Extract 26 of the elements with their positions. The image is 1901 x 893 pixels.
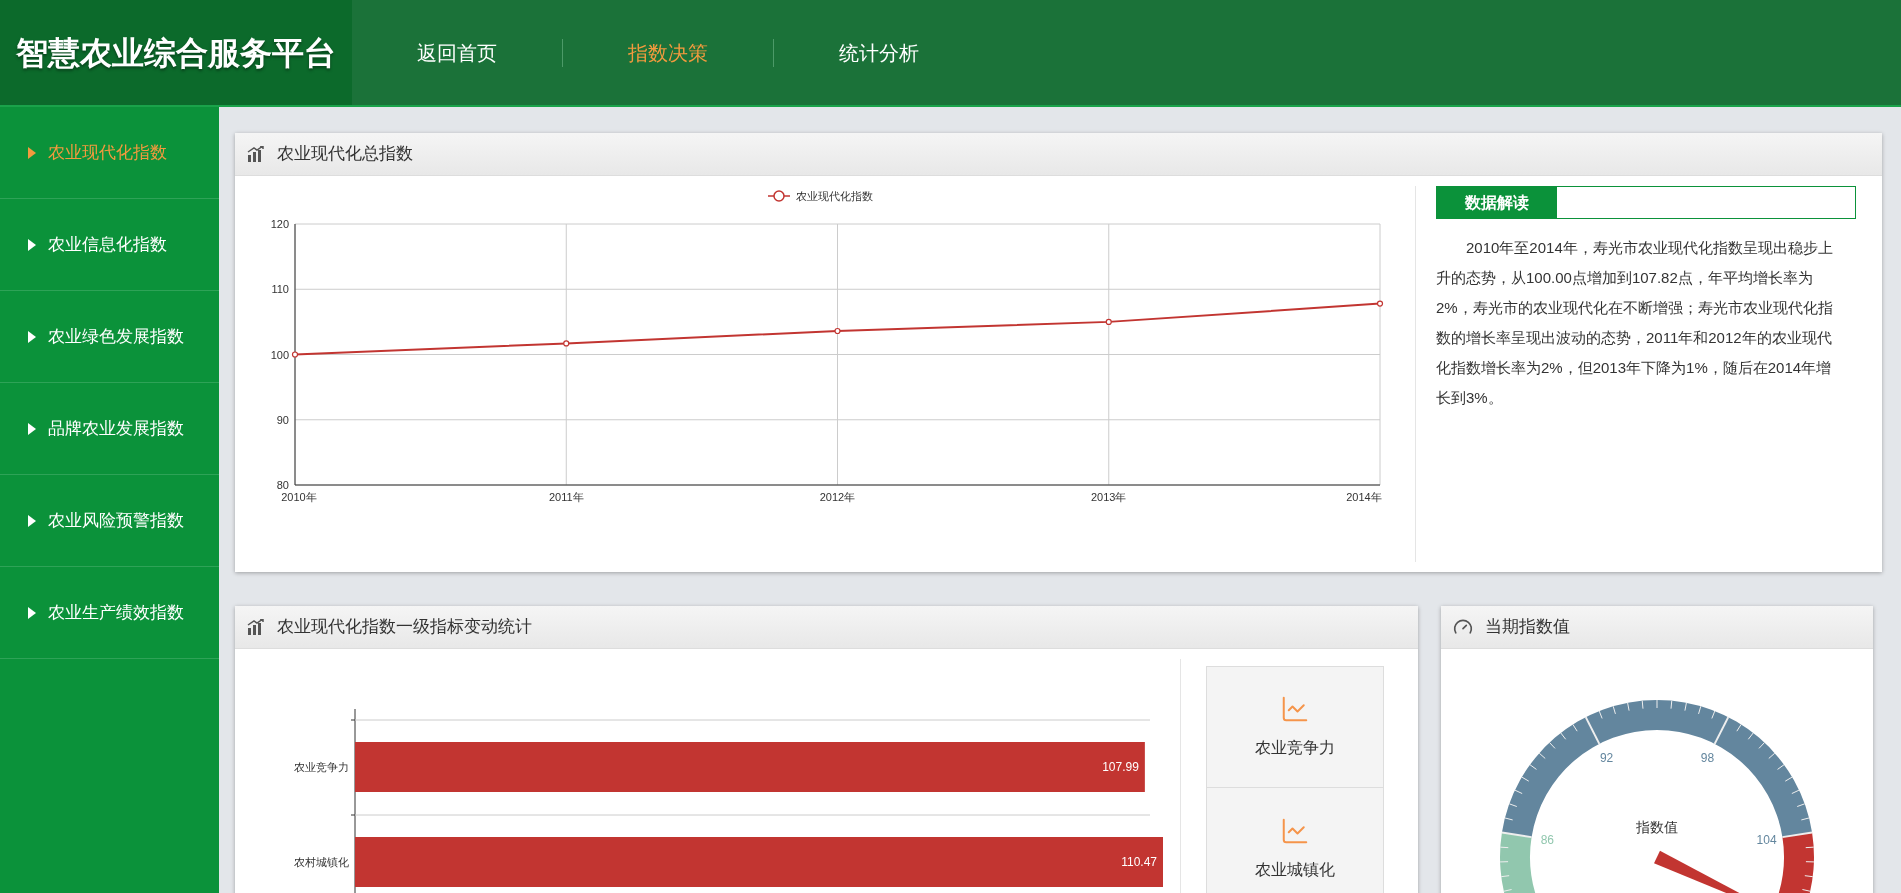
y-tick-label: 100 bbox=[270, 348, 289, 361]
legend-label: 农业现代化指数 bbox=[796, 190, 873, 202]
interpretation-text: 2010年至2014年，寿光市农业现代化指数呈现出稳步上升的态势，从100.00点增加到107.82点，年平均增长率为2%，寿光市的农业现代化在不断增强；寿光市农业现代化指数的增长率呈现出波动的态势，2011年和2012年的农业现代化指数增长率为2%，但2013年下降为1%，随后在2014年增长到3%。 bbox=[1436, 238, 1834, 408]
x-tick-label: 2013年 bbox=[1091, 491, 1127, 503]
bar-value-label: 107.99 bbox=[1102, 760, 1139, 774]
x-tick-label: 2010年 bbox=[281, 491, 317, 503]
x-tick-label: 2014年 bbox=[1346, 491, 1382, 503]
x-tick-label: 2012年 bbox=[819, 491, 856, 503]
gauge-tick-label: 98 bbox=[1700, 751, 1715, 766]
gauge-label: 指数值 bbox=[1636, 819, 1678, 835]
logo-title: 智慧农业综合服务平台 bbox=[16, 33, 336, 73]
y-tick-label: 110 bbox=[271, 283, 289, 296]
gauge-tick-label: 86 bbox=[1540, 832, 1555, 847]
bar-value-label: 110.47 bbox=[1121, 855, 1157, 869]
gauge-tick-label: 104 bbox=[1756, 832, 1777, 847]
y-tick-label: 90 bbox=[276, 413, 289, 426]
panel-title: 农业现代化总指数 bbox=[277, 143, 413, 166]
category-label: 农村城镇化 bbox=[294, 856, 349, 868]
y-tick-label: 120 bbox=[270, 218, 289, 230]
y-tick-label: 80 bbox=[276, 479, 289, 491]
panel-title: 当期指数值 bbox=[1485, 616, 1570, 639]
panel-title: 农业现代化指数一级指标变动统计 bbox=[277, 616, 532, 639]
x-tick-label: 2011年 bbox=[548, 491, 584, 503]
category-label: 农业竞争力 bbox=[294, 761, 349, 773]
gauge-tick-label: 92 bbox=[1599, 751, 1614, 766]
interpretation-title: 数据解读 bbox=[1437, 187, 1557, 218]
